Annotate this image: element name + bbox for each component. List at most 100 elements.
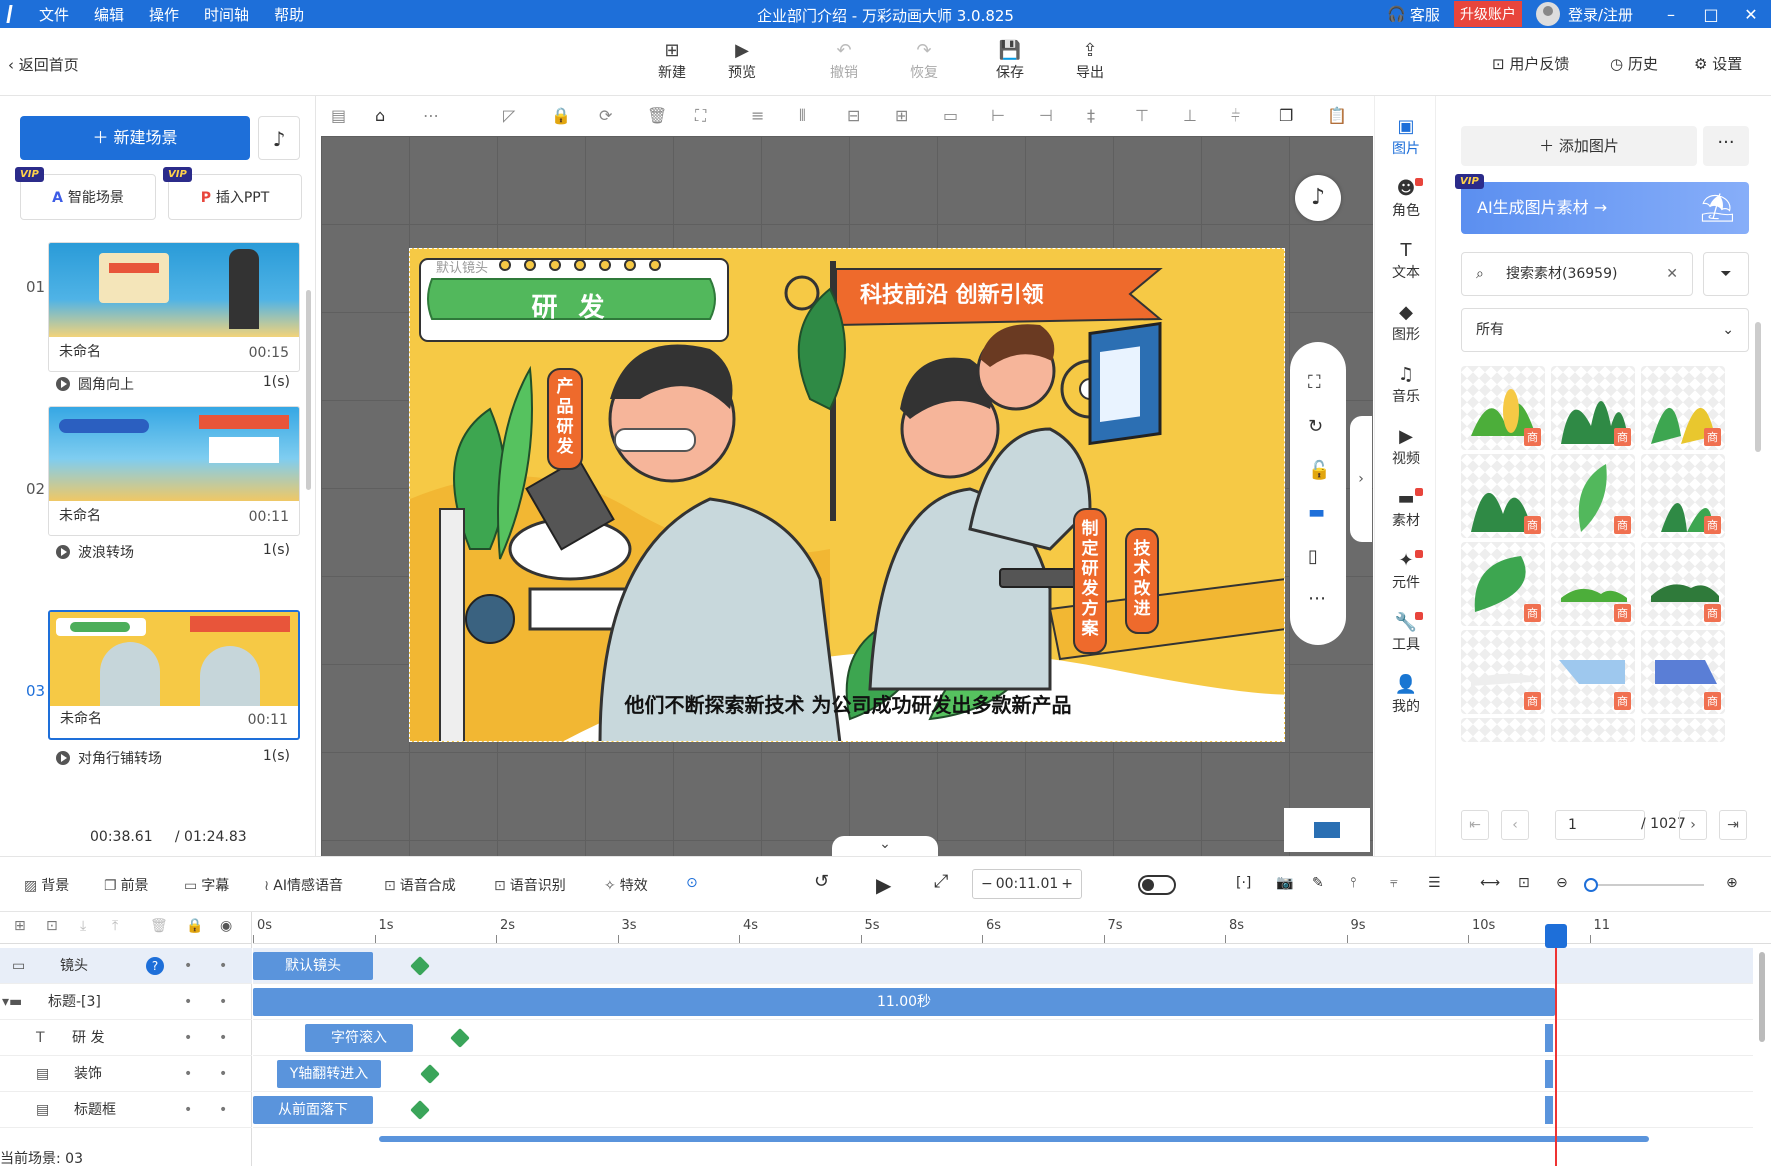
tag-product-rd[interactable]: 产品研发: [552, 377, 578, 457]
nav-material[interactable]: ▬ 素材: [1375, 488, 1437, 530]
track-visibility-dots[interactable]: • •: [184, 984, 227, 1020]
tag-tech[interactable]: 技术改进: [1130, 539, 1154, 619]
menu-file[interactable]: 文件: [39, 4, 69, 25]
banner-title[interactable]: 研 发: [432, 287, 710, 324]
nav-video[interactable]: ▶ 视频: [1375, 426, 1437, 468]
track-visibility-dots[interactable]: • •: [184, 1020, 227, 1056]
move-down-icon[interactable]: ⤓: [80, 918, 86, 934]
undo-button[interactable]: ↶ 撤销: [814, 40, 874, 82]
maximize-button[interactable]: □: [1691, 5, 1731, 24]
menu-operate[interactable]: 操作: [149, 4, 179, 25]
asset-item[interactable]: 商: [1551, 630, 1635, 714]
rotate-view-icon[interactable]: ↻: [1308, 416, 1323, 437]
flip-icon[interactable]: ◸: [503, 106, 515, 125]
distribute-icon[interactable]: ⊟: [847, 106, 860, 125]
scene-card-01[interactable]: 未命名 00:15: [48, 242, 300, 372]
time-ruler[interactable]: 0s 1s 2s 3s 4s 5s 6s 7s 8s 9s 10s 11: [253, 912, 1771, 944]
ratio-tool[interactable]: ⊡: [1518, 875, 1530, 891]
asset-item[interactable]: [1551, 718, 1635, 742]
tag-plan[interactable]: 制定研发方案: [1078, 519, 1102, 639]
clip-end-marker[interactable]: [1545, 1024, 1553, 1052]
asset-item[interactable]: [1641, 718, 1725, 742]
timeline-scrollbar[interactable]: [379, 1136, 1649, 1142]
animation-clip[interactable]: 11.00秒: [253, 988, 1555, 1016]
smart-scene-button[interactable]: VIP A 智能场景: [15, 167, 156, 220]
folder-icon[interactable]: ⊡: [46, 918, 58, 934]
first-page-button[interactable]: ⇤: [1461, 810, 1489, 840]
upgrade-button[interactable]: 升级账户: [1453, 1, 1522, 27]
page-input[interactable]: 1: [1555, 810, 1645, 840]
background-tool[interactable]: ▨ 背景: [24, 875, 69, 895]
asset-item[interactable]: [1461, 718, 1545, 742]
time-minus[interactable]: −: [981, 870, 993, 898]
asset-item[interactable]: 商: [1551, 454, 1635, 538]
menu-timeline[interactable]: 时间轴: [204, 4, 249, 25]
transition-row[interactable]: 对角行铺转场 1(s): [56, 748, 290, 768]
clear-icon[interactable]: ✕: [1666, 253, 1678, 295]
foreground-tool[interactable]: ❐ 前景: [104, 875, 149, 895]
help-icon[interactable]: ?: [146, 957, 164, 975]
close-button[interactable]: ✕: [1731, 5, 1771, 24]
align-left-icon[interactable]: ⊢: [991, 106, 1005, 125]
subtitle-text[interactable]: 他们不断探索新技术 为公司成功研发出多款新产品: [410, 689, 1284, 718]
login-link[interactable]: 登录/注册: [1568, 4, 1633, 25]
filter-button[interactable]: ⏷: [1703, 252, 1749, 296]
asset-item[interactable]: 商: [1641, 454, 1725, 538]
time-plus[interactable]: +: [1061, 870, 1073, 898]
asset-item[interactable]: 商: [1641, 366, 1725, 450]
settings-button[interactable]: ⚙ 设置: [1694, 53, 1742, 74]
split-tool[interactable]: ⫯: [1350, 875, 1356, 891]
asr-tool[interactable]: ⊡ 语音识别: [494, 875, 566, 895]
align-center-icon[interactable]: ≡: [751, 106, 764, 125]
track-visibility-dots[interactable]: • •: [184, 1056, 227, 1092]
export-button[interactable]: ⇪ 导出: [1060, 40, 1120, 82]
nav-user[interactable]: 👤 我的: [1375, 674, 1437, 716]
spacing-icon[interactable]: ▭: [943, 106, 958, 125]
asset-item[interactable]: 商: [1461, 630, 1545, 714]
tts-tool[interactable]: ⊡ 语音合成: [384, 875, 456, 895]
panel-expand-handle[interactable]: ›: [1350, 416, 1372, 542]
center-icon[interactable]: ⫩: [1231, 106, 1240, 126]
camera-tool[interactable]: 📷: [1276, 875, 1293, 891]
history-button[interactable]: ◷ 历史: [1610, 53, 1658, 74]
zoom-slider[interactable]: [1584, 878, 1704, 892]
move-up-icon[interactable]: ⤒: [112, 918, 118, 934]
home-icon[interactable]: ⌂: [375, 106, 385, 125]
service-link[interactable]: 客服: [1410, 4, 1440, 25]
effects-tool[interactable]: ✧ 特效: [604, 875, 648, 895]
caption-tool[interactable]: ▭ 字幕: [184, 875, 229, 895]
track-lane[interactable]: 字符滚入: [253, 1020, 1753, 1056]
phone-icon[interactable]: ▯: [1308, 546, 1318, 567]
align-right-icon[interactable]: ⊣: [1039, 106, 1053, 125]
track-visibility-dots[interactable]: • •: [184, 948, 227, 984]
unlock-icon[interactable]: 🔓: [1308, 460, 1330, 481]
delete-icon[interactable]: 🗑: [647, 106, 667, 125]
scene-list-scrollbar[interactable]: [306, 290, 311, 490]
minimap[interactable]: [1284, 808, 1370, 852]
asset-item[interactable]: 商: [1551, 366, 1635, 450]
monitor-icon[interactable]: ▬: [1308, 502, 1325, 523]
bracket-tool[interactable]: [·]: [1236, 875, 1251, 891]
timeline-area[interactable]: 0s 1s 2s 3s 4s 5s 6s 7s 8s 9s 10s 11 默认镜头 11.00秒字符滚入…: [253, 912, 1771, 1166]
canvas-stage[interactable]: 默认镜头 研 发 科技前沿 创新引领 产品研发 制定研发方案 技术改进 他们不断…: [321, 136, 1373, 856]
insert-ppt-button[interactable]: VIP P 插入PPT: [163, 167, 302, 220]
track-row[interactable]: ▤ 标题框 • •: [0, 1092, 252, 1128]
menu-edit[interactable]: 编辑: [94, 4, 124, 25]
timeline-collapse-handle[interactable]: ⌄: [832, 836, 938, 858]
toggle-switch[interactable]: [1138, 875, 1176, 895]
fit-width-tool[interactable]: ⟷: [1480, 875, 1500, 891]
feedback-button[interactable]: ⊡ 用户反馈: [1492, 53, 1569, 74]
track-lane[interactable]: 默认镜头: [253, 948, 1753, 984]
prev-page-button[interactable]: ‹: [1501, 810, 1529, 840]
track-row[interactable]: ▭ 镜头 • •?: [0, 948, 252, 984]
align-top-icon[interactable]: ⊤: [1135, 106, 1149, 125]
filter-tool[interactable]: ⫧: [1390, 875, 1398, 891]
play-button[interactable]: ▶: [876, 873, 891, 897]
avatar[interactable]: [1535, 2, 1560, 26]
fit-screen-icon[interactable]: ⛶: [1308, 372, 1321, 393]
transition-row[interactable]: 波浪转场 1(s): [56, 542, 290, 562]
scene-card-02[interactable]: 未命名 00:11: [48, 406, 300, 536]
more-options-button[interactable]: ···: [1703, 126, 1749, 166]
add-keyframe-icon[interactable]: [450, 1028, 470, 1048]
transition-row[interactable]: 圆角向上 1(s): [56, 374, 290, 394]
